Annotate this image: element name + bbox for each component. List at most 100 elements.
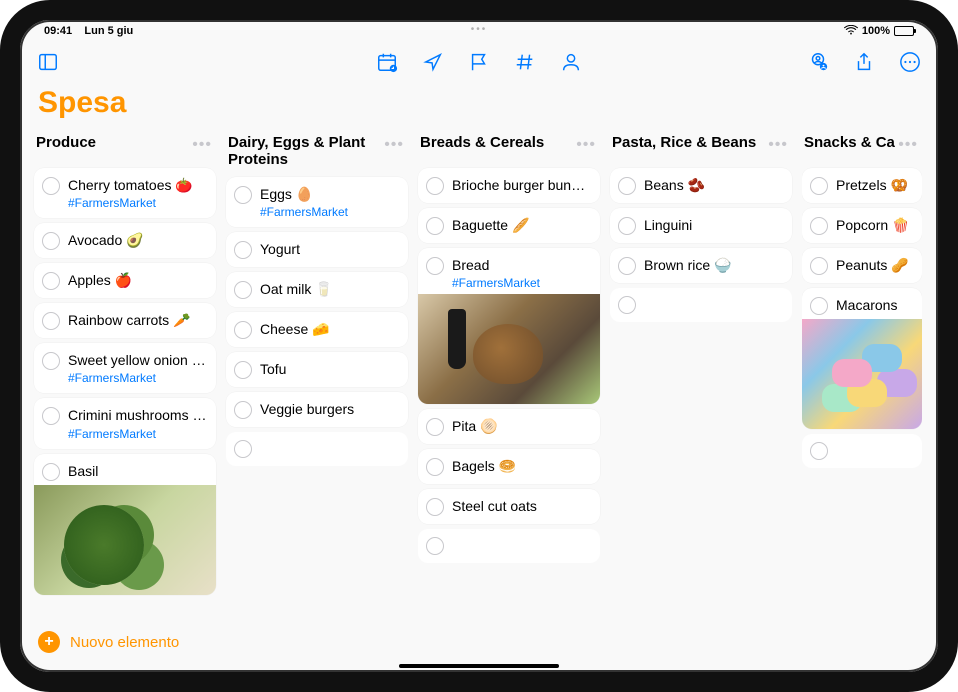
new-item-placeholder[interactable] [802,434,922,468]
item-text: Yogurt [260,240,400,258]
person-icon[interactable] [559,50,583,74]
list-item[interactable]: Eggs 🥚#FarmersMarket [226,177,408,227]
column-more-icon[interactable]: ••• [768,134,788,154]
list-item[interactable]: Yogurt [226,232,408,267]
checkbox[interactable] [234,321,252,339]
list-item[interactable]: Baguette 🥖 [418,208,600,243]
checkbox[interactable] [234,186,252,204]
board[interactable]: Produce ••• Cherry tomatoes 🍅#FarmersMarke… [20,128,938,630]
calendar-icon[interactable] [375,50,399,74]
item-label: Tofu [260,360,400,378]
checkbox[interactable] [426,458,444,476]
checkbox[interactable] [234,440,252,458]
list-item[interactable]: Crimini mushrooms 🍄#FarmersMarket [34,398,216,448]
checkbox[interactable] [42,352,60,370]
more-icon[interactable] [898,50,922,74]
checkbox[interactable] [42,407,60,425]
column: Snacks & Ca•••Pretzels 🥨Popcorn 🍿Peanuts… [802,128,922,630]
status-date: Lun 5 giu [84,25,133,37]
list-item[interactable]: Avocado 🥑 [34,223,216,258]
item-tag[interactable]: #FarmersMarket [68,427,208,441]
checkbox[interactable] [426,418,444,436]
list-item[interactable]: Cheese 🧀 [226,312,408,347]
checkbox[interactable] [426,177,444,195]
checkbox[interactable] [42,272,60,290]
item-text: Pita 🫓 [452,417,592,435]
checkbox[interactable] [618,217,636,235]
checkbox[interactable] [618,257,636,275]
checkbox[interactable] [426,217,444,235]
item-text: Bread#FarmersMarket [452,256,592,290]
checkbox[interactable] [426,498,444,516]
item-text: Linguini [644,216,784,234]
column-header: Dairy, Eggs & Plant Proteins••• [226,128,408,177]
column-more-icon[interactable]: ••• [384,134,404,154]
checkbox[interactable] [810,217,828,235]
home-indicator[interactable] [399,664,559,668]
column-title: Produce [36,134,96,151]
collaborate-icon[interactable] [806,50,830,74]
column-more-icon[interactable]: ••• [576,134,596,154]
column-more-icon[interactable]: ••• [192,134,212,154]
item-tag[interactable]: #FarmersMarket [452,276,592,290]
item-text: Macarons [836,296,914,315]
checkbox[interactable] [42,177,60,195]
checkbox[interactable] [426,257,444,275]
flag-icon[interactable] [467,50,491,74]
list-item[interactable]: Peanuts 🥜 [802,248,922,283]
list-item[interactable]: Popcorn 🍿 [802,208,922,243]
checkbox[interactable] [42,312,60,330]
location-icon[interactable] [421,50,445,74]
column-more-icon[interactable]: ••• [898,134,918,154]
column-header: Breads & Cereals••• [418,128,600,168]
list-item[interactable]: Pretzels 🥨 [802,168,922,203]
list-item[interactable]: Brioche burger buns 🍔 [418,168,600,203]
checkbox[interactable] [42,232,60,250]
new-item-button[interactable]: + Nuovo elemento [38,631,179,653]
checkbox[interactable] [234,281,252,299]
list-item[interactable]: Macarons [802,288,922,429]
checkbox[interactable] [426,537,444,555]
list-item[interactable]: Rainbow carrots 🥕 [34,303,216,338]
checkbox[interactable] [810,177,828,195]
checkbox[interactable] [618,177,636,195]
hashtag-icon[interactable] [513,50,537,74]
toolbar [20,40,938,84]
item-tag[interactable]: #FarmersMarket [68,196,208,210]
item-text: Baguette 🥖 [452,216,592,234]
share-icon[interactable] [852,50,876,74]
list-item[interactable]: Basil [34,454,216,595]
sidebar-toggle-icon[interactable] [36,50,60,74]
list-item[interactable]: Brown rice 🍚 [610,248,792,283]
list-item[interactable]: Veggie burgers [226,392,408,427]
item-tag[interactable]: #FarmersMarket [260,205,400,219]
list-item[interactable]: Linguini [610,208,792,243]
list-item[interactable]: Beans 🫘 [610,168,792,203]
new-item-placeholder[interactable] [418,529,600,563]
list-item[interactable]: Cherry tomatoes 🍅#FarmersMarket [34,168,216,218]
new-item-placeholder[interactable] [226,432,408,466]
item-label: Avocado 🥑 [68,231,208,249]
item-tag[interactable]: #FarmersMarket [68,371,208,385]
list-item[interactable]: Tofu [226,352,408,387]
list-item[interactable]: Bagels 🥯 [418,449,600,484]
checkbox[interactable] [810,297,828,315]
item-label: Brioche burger buns 🍔 [452,176,592,194]
list-item[interactable]: Sweet yellow onion 🧅#FarmersMarket [34,343,216,393]
new-item-placeholder[interactable] [610,288,792,322]
checkbox[interactable] [810,257,828,275]
checkbox[interactable] [618,296,636,314]
checkbox[interactable] [234,401,252,419]
list-item[interactable]: Pita 🫓 [418,409,600,444]
list-item[interactable]: Steel cut oats [418,489,600,524]
checkbox[interactable] [810,442,828,460]
checkbox[interactable] [234,241,252,259]
checkbox[interactable] [234,361,252,379]
battery-pct: 100% [862,25,890,37]
list-item[interactable]: Bread#FarmersMarket [418,248,600,404]
list-item[interactable]: Apples 🍎 [34,263,216,298]
multitask-dots[interactable]: ••• [471,24,488,35]
item-label: Steel cut oats [452,497,592,515]
list-item[interactable]: Oat milk 🥛 [226,272,408,307]
checkbox[interactable] [42,463,60,481]
